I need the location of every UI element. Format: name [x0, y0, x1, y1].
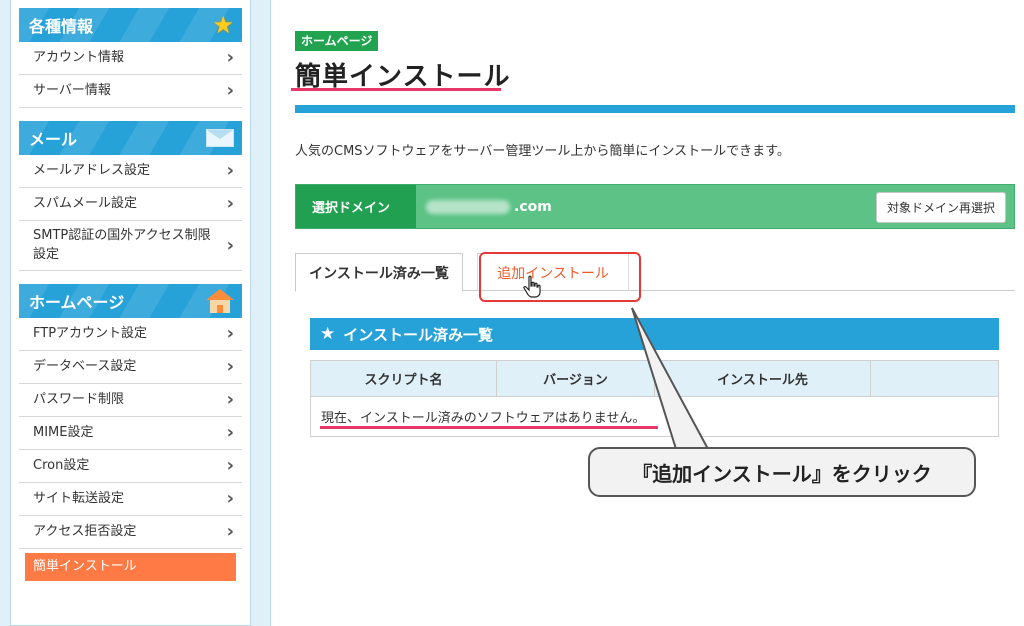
sidebar-item-server-info[interactable]: サーバー情報 ›	[19, 75, 242, 108]
sidebar-item-password-restriction[interactable]: パスワード制限 ›	[19, 384, 242, 417]
sidebar-item-label: サーバー情報	[33, 82, 111, 98]
title-annotation-underline	[291, 88, 501, 91]
message-annotation-underline	[320, 426, 658, 429]
domain-label: 選択ドメイン	[296, 185, 416, 228]
chevron-right-icon: ›	[226, 234, 234, 256]
sidebar-item-access-deny[interactable]: アクセス拒否設定 ›	[19, 516, 242, 549]
chevron-right-icon: ›	[226, 422, 234, 444]
chevron-right-icon: ›	[226, 323, 234, 345]
sidebar-section-mail: メール メールアドレス設定 › スパムメール設定 › SMTP認証の国外アクセス…	[19, 121, 242, 271]
sidebar-item-label: MIME設定	[33, 424, 94, 440]
column-header-version: バージョン	[497, 361, 655, 396]
installed-list-title: インストール済み一覧	[343, 325, 493, 344]
chevron-right-icon: ›	[226, 488, 234, 510]
sidebar-item-spam-mail[interactable]: スパムメール設定 ›	[19, 188, 242, 221]
sidebar-section-header-info: 各種情報 ★	[19, 8, 242, 42]
sidebar-item-label: サイト転送設定	[33, 490, 125, 506]
sidebar-section-title: 各種情報	[29, 17, 94, 36]
chevron-right-icon: ›	[226, 389, 234, 411]
sidebar-item-easy-install[interactable]: 簡単インストール	[25, 553, 236, 581]
sidebar-section-title: ホームページ	[29, 293, 125, 312]
sidebar-section-info: 各種情報 ★ アカウント情報 › サーバー情報 ›	[19, 8, 242, 108]
sidebar-item-label: スパムメール設定	[33, 195, 138, 211]
sidebar-item-ftp-account[interactable]: FTPアカウント設定 ›	[19, 318, 242, 351]
mail-icon	[206, 129, 234, 147]
table-row: 現在、インストール済みのソフトウェアはありません。	[311, 396, 998, 436]
column-header-script: スクリプト名	[311, 361, 497, 396]
domain-suffix: .com	[514, 198, 552, 215]
sidebar-item-database[interactable]: データベース設定 ›	[19, 351, 242, 384]
sidebar-item-label: データベース設定	[33, 358, 137, 374]
star-icon: ★	[320, 324, 336, 344]
star-icon: ★	[212, 11, 234, 39]
sidebar-section-homepage: ホームページ FTPアカウント設定 › データベース設定 › パスワード制限 ›…	[19, 284, 242, 581]
sidebar-item-mime[interactable]: MIME設定 ›	[19, 417, 242, 450]
column-header-actions	[871, 361, 998, 396]
sidebar-item-label: パスワード制限	[33, 391, 125, 407]
empty-message: 現在、インストール済みのソフトウェアはありません。	[321, 411, 646, 426]
blurred-domain-name	[426, 199, 510, 214]
sidebar-item-label: アクセス拒否設定	[33, 523, 137, 539]
tab-installed-list[interactable]: インストール済み一覧	[295, 253, 463, 292]
sidebar-item-mail-address[interactable]: メールアドレス設定 ›	[19, 155, 242, 188]
domain-bar: 選択ドメイン .com 対象ドメイン再選択	[295, 184, 1015, 229]
page-description: 人気のCMSソフトウェアをサーバー管理ツール上から簡単にインストールできます。	[295, 144, 790, 159]
tab-highlight-box	[479, 252, 641, 302]
sidebar-item-label: FTPアカウント設定	[33, 325, 148, 341]
installed-list-panel: ★ インストール済み一覧 スクリプト名 バージョン インストール先 現在、インス…	[310, 318, 999, 437]
sidebar: 各種情報 ★ アカウント情報 › サーバー情報 › メール メールアドレス設定 …	[10, 0, 251, 626]
sidebar-item-account-info[interactable]: アカウント情報 ›	[19, 42, 242, 75]
chevron-right-icon: ›	[226, 193, 234, 215]
sidebar-section-header-homepage: ホームページ	[19, 284, 242, 318]
sidebar-section-title: メール	[29, 130, 78, 149]
sidebar-item-cron[interactable]: Cron設定 ›	[19, 450, 242, 483]
tab-bar: インストール済み一覧 追加インストール	[295, 253, 1015, 292]
sidebar-item-label: Cron設定	[33, 457, 90, 473]
installed-list-header: ★ インストール済み一覧	[310, 318, 999, 350]
sidebar-item-label: メールアドレス設定	[33, 162, 151, 178]
chevron-right-icon: ›	[226, 80, 234, 102]
sidebar-item-label: アカウント情報	[33, 49, 125, 65]
instruction-callout: 『追加インストール』をクリック	[588, 447, 976, 497]
chevron-right-icon: ›	[226, 356, 234, 378]
chevron-right-icon: ›	[226, 455, 234, 477]
sidebar-item-site-redirect[interactable]: サイト転送設定 ›	[19, 483, 242, 516]
chevron-right-icon: ›	[226, 160, 234, 182]
sidebar-section-header-mail: メール	[19, 121, 242, 155]
chevron-right-icon: ›	[226, 521, 234, 543]
sidebar-item-smtp-restriction[interactable]: SMTP認証の国外アクセス制限設定 ›	[19, 221, 242, 271]
title-divider	[295, 105, 1015, 113]
chevron-right-icon: ›	[226, 47, 234, 69]
sidebar-item-label: SMTP認証の国外アクセス制限設定	[33, 228, 211, 262]
reselect-domain-button[interactable]: 対象ドメイン再選択	[875, 192, 1006, 223]
column-header-install-path: インストール先	[655, 361, 871, 396]
hand-cursor-icon	[523, 275, 541, 298]
category-badge: ホームページ	[295, 31, 379, 52]
house-icon	[206, 289, 234, 313]
table-header-row: スクリプト名 バージョン インストール先	[311, 360, 998, 396]
domain-value: .com	[426, 199, 552, 215]
sidebar-item-label: 簡単インストール	[33, 558, 137, 574]
main-content: ホームページ 簡単インストール 人気のCMSソフトウェアをサーバー管理ツール上か…	[270, 0, 1024, 626]
